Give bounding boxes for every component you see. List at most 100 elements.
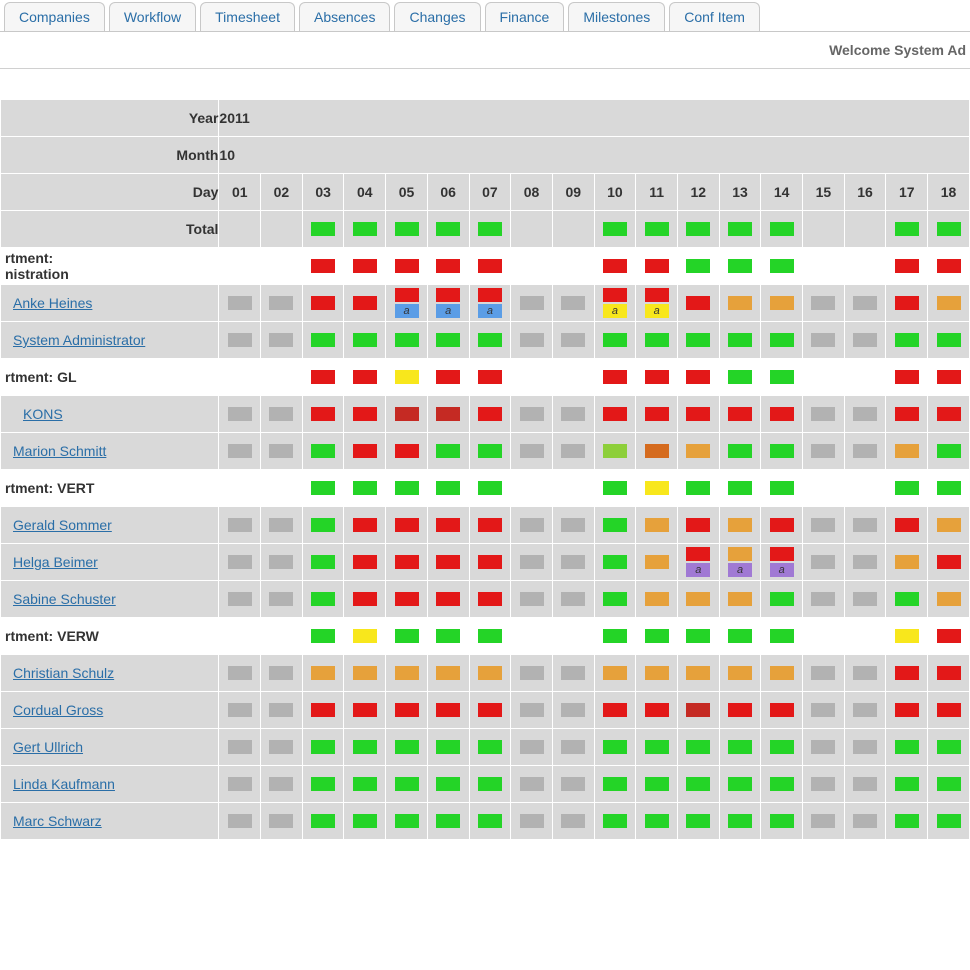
calendar-cell[interactable] [344,766,386,803]
calendar-cell[interactable] [719,803,761,840]
tab-milestones[interactable]: Milestones [568,2,665,31]
calendar-cell[interactable] [219,655,261,692]
calendar-cell[interactable] [803,507,845,544]
calendar-cell[interactable] [552,581,594,618]
calendar-cell[interactable] [594,322,636,359]
tab-changes[interactable]: Changes [394,2,480,31]
calendar-cell[interactable] [886,766,928,803]
calendar-cell[interactable] [344,655,386,692]
calendar-cell[interactable] [469,396,511,433]
person-link[interactable]: Marion Schmitt [13,443,106,459]
calendar-cell[interactable] [677,322,719,359]
calendar-cell[interactable] [719,396,761,433]
calendar-cell[interactable] [719,322,761,359]
calendar-cell[interactable] [386,433,428,470]
calendar-cell[interactable] [677,655,719,692]
calendar-cell[interactable] [803,581,845,618]
person-link[interactable]: System Administrator [13,332,145,348]
calendar-cell[interactable] [761,692,803,729]
calendar-cell[interactable] [552,322,594,359]
calendar-cell[interactable] [552,692,594,729]
calendar-cell[interactable] [552,507,594,544]
calendar-cell[interactable] [344,729,386,766]
calendar-cell[interactable] [636,433,678,470]
calendar-cell[interactable]: a [594,285,636,322]
calendar-cell[interactable] [594,766,636,803]
calendar-cell[interactable] [636,544,678,581]
calendar-cell[interactable]: a [761,544,803,581]
calendar-cell[interactable] [511,507,553,544]
calendar-cell[interactable] [844,729,886,766]
calendar-cell[interactable] [761,322,803,359]
calendar-cell[interactable] [219,544,261,581]
calendar-cell[interactable] [344,544,386,581]
calendar-cell[interactable]: a [386,285,428,322]
tab-absences[interactable]: Absences [299,2,390,31]
calendar-cell[interactable] [719,507,761,544]
person-link[interactable]: Marc Schwarz [13,813,102,829]
calendar-cell[interactable] [886,655,928,692]
calendar-cell[interactable] [427,581,469,618]
calendar-cell[interactable] [761,729,803,766]
calendar-cell[interactable] [803,396,845,433]
calendar-cell[interactable] [803,803,845,840]
calendar-cell[interactable] [261,803,303,840]
calendar-cell[interactable] [261,322,303,359]
calendar-cell[interactable] [677,692,719,729]
person-link[interactable]: Christian Schulz [13,665,114,681]
calendar-cell[interactable] [844,544,886,581]
calendar-cell[interactable] [594,544,636,581]
calendar-cell[interactable] [344,507,386,544]
calendar-cell[interactable] [844,655,886,692]
calendar-cell[interactable] [928,285,970,322]
calendar-cell[interactable] [302,729,344,766]
calendar-cell[interactable] [636,803,678,840]
calendar-cell[interactable] [552,766,594,803]
calendar-cell[interactable] [219,766,261,803]
calendar-cell[interactable] [803,433,845,470]
calendar-cell[interactable] [761,285,803,322]
calendar-cell[interactable] [552,433,594,470]
calendar-cell[interactable] [386,766,428,803]
calendar-cell[interactable] [844,581,886,618]
calendar-cell[interactable] [302,692,344,729]
calendar-cell[interactable] [928,581,970,618]
calendar-cell[interactable] [219,396,261,433]
calendar-cell[interactable] [636,396,678,433]
calendar-cell[interactable] [886,581,928,618]
calendar-cell[interactable] [636,322,678,359]
calendar-cell[interactable] [511,766,553,803]
calendar-cell[interactable] [594,581,636,618]
calendar-cell[interactable] [511,803,553,840]
calendar-cell[interactable] [844,803,886,840]
tab-finance[interactable]: Finance [485,2,565,31]
calendar-cell[interactable] [677,433,719,470]
calendar-cell[interactable] [928,803,970,840]
calendar-cell[interactable] [261,396,303,433]
calendar-cell[interactable] [928,544,970,581]
calendar-cell[interactable] [261,581,303,618]
calendar-cell[interactable] [344,285,386,322]
calendar-cell[interactable] [886,544,928,581]
calendar-cell[interactable] [427,396,469,433]
calendar-cell[interactable] [844,692,886,729]
calendar-cell[interactable] [344,581,386,618]
calendar-cell[interactable] [511,729,553,766]
calendar-cell[interactable] [219,581,261,618]
calendar-cell[interactable] [636,729,678,766]
calendar-cell[interactable] [928,396,970,433]
calendar-cell[interactable] [677,581,719,618]
calendar-cell[interactable] [594,507,636,544]
calendar-cell[interactable] [761,766,803,803]
calendar-cell[interactable] [344,692,386,729]
calendar-cell[interactable] [261,655,303,692]
calendar-cell[interactable] [761,655,803,692]
calendar-cell[interactable] [511,322,553,359]
calendar-cell[interactable] [219,433,261,470]
calendar-cell[interactable] [469,581,511,618]
calendar-cell[interactable] [552,396,594,433]
calendar-cell[interactable] [261,433,303,470]
calendar-cell[interactable] [761,433,803,470]
calendar-cell[interactable] [594,655,636,692]
calendar-cell[interactable] [469,692,511,729]
